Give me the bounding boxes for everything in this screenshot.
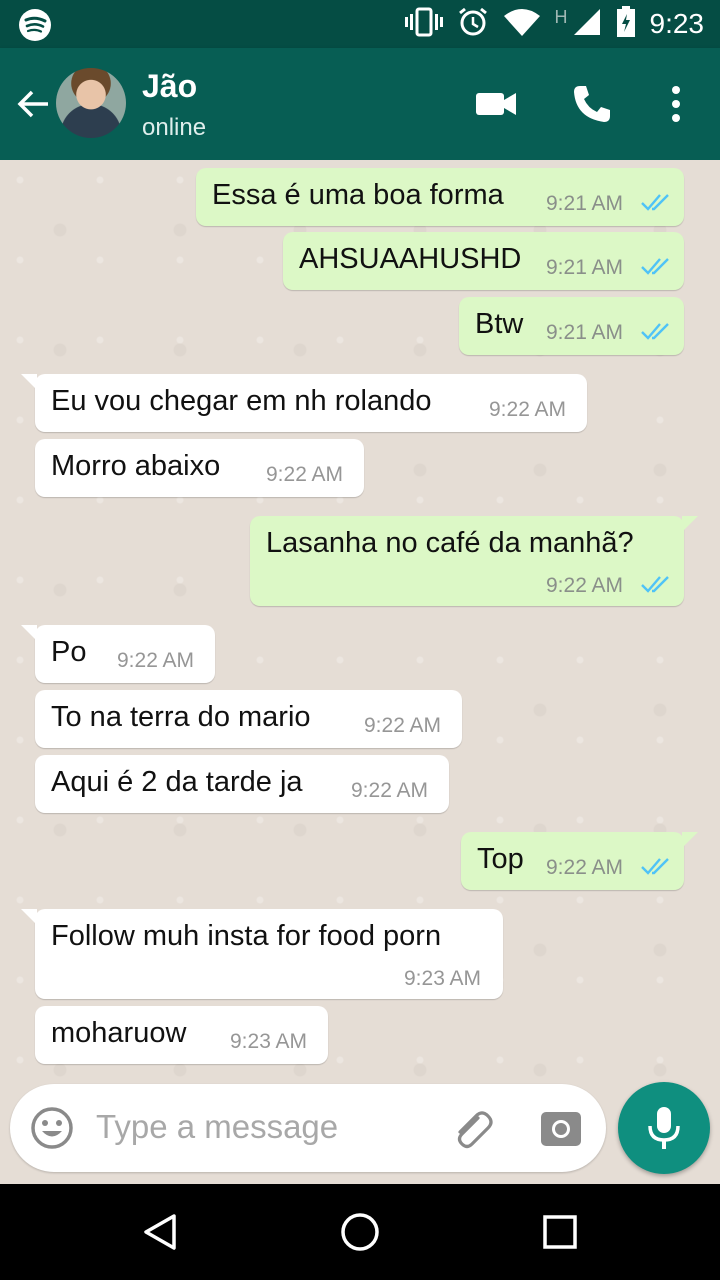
read-ticks-icon bbox=[641, 323, 669, 340]
read-ticks-icon bbox=[641, 194, 669, 211]
message-text: Po bbox=[51, 636, 87, 668]
outgoing-message[interactable]: AHSUAAHUSHD 9:21 AM bbox=[283, 232, 684, 290]
vibrate-icon bbox=[404, 7, 443, 42]
message-text: Lasanha no café da manhã? bbox=[266, 527, 634, 559]
message-time: 9:22 AM bbox=[489, 398, 567, 421]
incoming-message[interactable]: To na terra do mario 9:22 AM bbox=[35, 690, 462, 748]
outgoing-message[interactable]: Top 9:22 AM bbox=[461, 832, 698, 890]
message-time: 9:22 AM bbox=[117, 649, 195, 672]
bubble-tail bbox=[682, 516, 698, 532]
incoming-message[interactable]: moharuow 9:23 AM bbox=[35, 1006, 328, 1064]
more-vert-icon[interactable] bbox=[652, 80, 700, 128]
message-time: 9:23 AM bbox=[404, 967, 482, 990]
message-text: Essa é uma boa forma bbox=[212, 179, 504, 211]
nav-recents-icon[interactable] bbox=[538, 1210, 582, 1254]
nav-home-icon[interactable] bbox=[338, 1210, 382, 1254]
network-type-label: H bbox=[554, 6, 568, 27]
contact-name[interactable]: Jão bbox=[142, 68, 197, 105]
phone-call-icon[interactable] bbox=[568, 80, 616, 128]
signal-icon bbox=[572, 7, 602, 42]
message-input[interactable]: Type a message bbox=[96, 1108, 338, 1146]
message-time: 9:22 AM bbox=[266, 463, 344, 486]
incoming-message[interactable]: Follow muh insta for food porn 9:23 AM bbox=[21, 909, 503, 999]
incoming-message[interactable]: Morro abaixo 9:22 AM bbox=[35, 439, 364, 497]
bubble-tail bbox=[21, 374, 37, 390]
battery-icon bbox=[616, 5, 636, 43]
video-call-icon[interactable] bbox=[472, 80, 520, 128]
wifi-icon bbox=[503, 7, 541, 42]
bubble-tail bbox=[21, 625, 37, 641]
incoming-message[interactable]: Po 9:22 AM bbox=[21, 625, 215, 683]
mic-button[interactable] bbox=[618, 1082, 710, 1174]
message-text: Eu vou chegar em nh rolando bbox=[51, 385, 432, 417]
message-text: Btw bbox=[475, 308, 524, 340]
read-ticks-icon bbox=[641, 576, 669, 593]
outgoing-message[interactable]: Lasanha no café da manhã? 9:22 AM bbox=[250, 516, 698, 606]
back-arrow-icon[interactable] bbox=[14, 84, 54, 124]
read-ticks-icon bbox=[641, 258, 669, 275]
message-text: Top bbox=[477, 843, 524, 875]
message-time: 9:23 AM bbox=[230, 1030, 308, 1053]
attach-icon[interactable] bbox=[448, 1106, 494, 1152]
mic-icon bbox=[648, 1107, 680, 1149]
chat-header: Jão online bbox=[0, 48, 720, 160]
outgoing-message[interactable]: Essa é uma boa forma 9:21 AM bbox=[196, 168, 684, 226]
message-time: 9:22 AM bbox=[351, 779, 429, 802]
emoji-icon[interactable] bbox=[30, 1106, 74, 1150]
message-text: moharuow bbox=[51, 1017, 187, 1049]
message-time: 9:21 AM bbox=[546, 256, 624, 279]
system-nav-bar bbox=[0, 1184, 720, 1280]
message-text: To na terra do mario bbox=[51, 701, 311, 733]
nav-back-icon[interactable] bbox=[138, 1210, 182, 1254]
message-list[interactable]: Essa é uma boa forma 9:21 AM AHSUAAHUSHD… bbox=[0, 160, 720, 1084]
contact-status: online bbox=[142, 114, 207, 141]
message-time: 9:21 AM bbox=[546, 321, 624, 344]
bubble-tail bbox=[682, 832, 698, 848]
read-ticks-icon bbox=[641, 858, 669, 875]
message-time: 9:21 AM bbox=[546, 192, 624, 215]
message-text: AHSUAAHUSHD bbox=[299, 243, 522, 275]
incoming-message[interactable]: Aqui é 2 da tarde ja 9:22 AM bbox=[35, 755, 449, 813]
message-composer[interactable]: Type a message bbox=[10, 1084, 606, 1172]
camera-icon[interactable] bbox=[538, 1106, 584, 1152]
message-text: Follow muh insta for food porn bbox=[51, 920, 442, 952]
alarm-icon bbox=[457, 6, 489, 43]
status-bar: H 9:23 bbox=[0, 0, 720, 48]
incoming-message[interactable]: Eu vou chegar em nh rolando 9:22 AM bbox=[21, 374, 587, 432]
clock: 9:23 bbox=[649, 8, 705, 39]
message-time: 9:22 AM bbox=[546, 574, 624, 597]
message-text: Aqui é 2 da tarde ja bbox=[51, 766, 303, 798]
message-time: 9:22 AM bbox=[546, 856, 624, 879]
bubble-tail bbox=[21, 909, 37, 925]
outgoing-message[interactable]: Btw 9:21 AM bbox=[459, 297, 684, 355]
message-text: Morro abaixo bbox=[51, 450, 221, 482]
spotify-icon bbox=[18, 8, 52, 47]
avatar[interactable] bbox=[56, 68, 126, 138]
message-time: 9:22 AM bbox=[364, 714, 442, 737]
